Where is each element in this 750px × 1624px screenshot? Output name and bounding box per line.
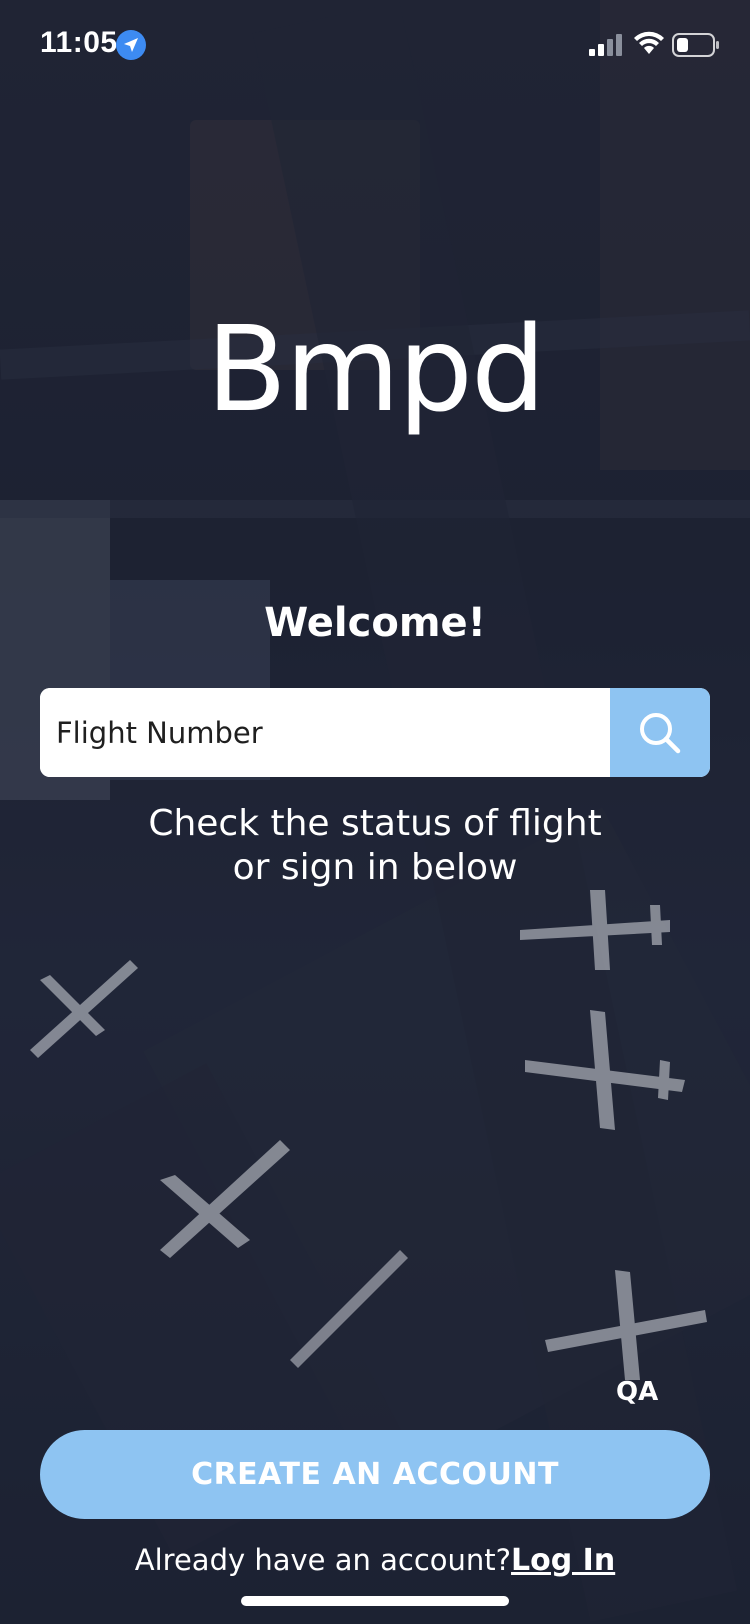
status-bar: 11:05 bbox=[0, 0, 750, 90]
airplane-icon bbox=[525, 1010, 685, 1130]
location-arrow-icon bbox=[116, 30, 146, 60]
status-time: 11:05 bbox=[40, 26, 118, 59]
airplane-icon bbox=[30, 960, 138, 1058]
login-link[interactable]: Log In bbox=[511, 1543, 615, 1578]
battery-icon bbox=[672, 33, 719, 57]
login-prompt-text: Already have an account? bbox=[134, 1543, 512, 1577]
environment-badge: QA bbox=[616, 1377, 659, 1407]
search-hint-line-1: Check the status of flight bbox=[148, 803, 602, 844]
cellular-signal-icon bbox=[589, 34, 622, 56]
flight-search-bar bbox=[40, 688, 710, 777]
search-hint-line-2: or sign in below bbox=[232, 847, 518, 888]
create-account-button[interactable]: CREATE AN ACCOUNT bbox=[40, 1430, 710, 1519]
home-indicator[interactable] bbox=[241, 1596, 509, 1606]
welcome-heading: Welcome! bbox=[264, 600, 486, 646]
airplane-icon bbox=[545, 1270, 707, 1380]
flight-number-input[interactable] bbox=[40, 688, 610, 777]
login-prompt: Already have an account?Log In bbox=[0, 1543, 750, 1578]
app-logo: Bmpd bbox=[206, 300, 546, 438]
search-hint: Check the status of flight or sign in be… bbox=[0, 802, 750, 890]
search-icon bbox=[640, 712, 681, 753]
airplane-icon bbox=[290, 1250, 408, 1368]
search-button[interactable] bbox=[610, 688, 710, 777]
wifi-icon bbox=[634, 31, 664, 54]
